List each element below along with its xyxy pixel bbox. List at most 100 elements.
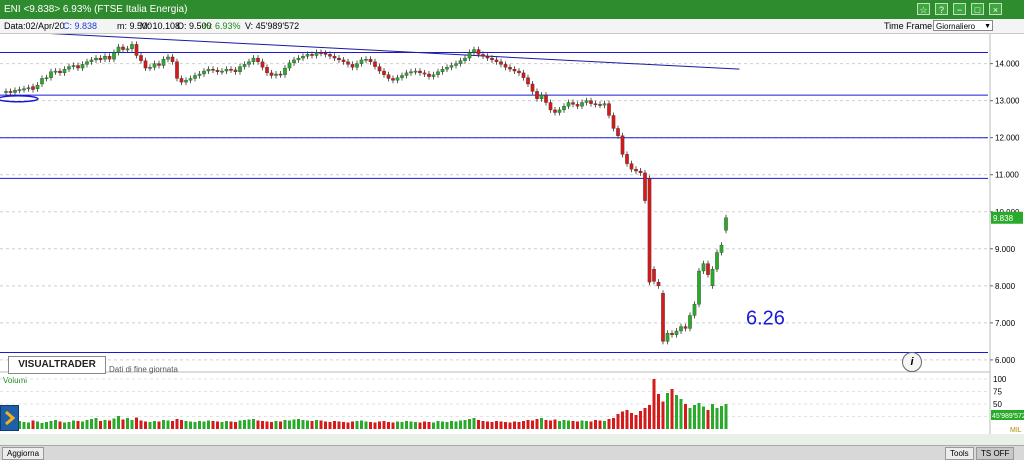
- candle-body: [526, 77, 530, 85]
- volume-bar: [54, 420, 57, 429]
- price-tick-label: 6.000: [995, 356, 1016, 365]
- candle-body: [535, 91, 539, 99]
- price-chart[interactable]: 14.00013.00012.00011.00010.0009.0008.000…: [0, 34, 1024, 434]
- candle-body: [125, 48, 130, 51]
- candle-body: [233, 69, 238, 72]
- info-volume: V: 45'989'572: [245, 21, 300, 31]
- volume-bar: [666, 393, 669, 429]
- volume-bar: [643, 408, 647, 429]
- minimize-button[interactable]: −: [953, 3, 966, 15]
- volume-bar: [553, 419, 557, 429]
- volume-bar: [211, 421, 215, 429]
- candle-body: [206, 69, 211, 72]
- volume-bar: [270, 422, 273, 429]
- candle-body: [611, 115, 616, 129]
- candle-body: [679, 326, 683, 332]
- candle-body: [422, 72, 427, 75]
- candle-body: [400, 75, 404, 78]
- candle-body: [184, 80, 188, 83]
- candle-body: [265, 67, 269, 74]
- candle-body: [283, 67, 287, 75]
- volume-bar: [121, 419, 125, 429]
- volume-bar: [522, 421, 525, 429]
- candle-body: [130, 44, 134, 49]
- volume-bar: [531, 420, 534, 429]
- volume-bar: [72, 420, 75, 429]
- candle-body: [386, 74, 391, 79]
- tools-button[interactable]: Tools: [945, 447, 974, 460]
- volume-bar: [535, 419, 539, 429]
- candle-body: [706, 263, 710, 275]
- close-button[interactable]: ×: [989, 3, 1002, 15]
- time-frame-select[interactable]: Giornaliero ▼: [933, 20, 993, 31]
- candle-body: [701, 263, 706, 272]
- candle-body: [688, 315, 692, 329]
- candle-body: [170, 56, 175, 62]
- last-price-label: 9.838: [993, 214, 1014, 223]
- volume-bar: [103, 420, 107, 429]
- volume-bar: [279, 421, 282, 429]
- volume-bar: [252, 419, 255, 429]
- refresh-button[interactable]: Aggiorna: [2, 447, 45, 460]
- candle-body: [440, 69, 445, 72]
- volume-bar: [36, 421, 39, 429]
- info-bar: Data:02/Apr/20 C: 9.838 m: 9.500 M: 10.1…: [0, 19, 1024, 34]
- candle-body: [8, 91, 13, 93]
- ts-off-button[interactable]: TS OFF: [976, 447, 1015, 460]
- volume-bar: [220, 422, 224, 429]
- chart-area[interactable]: 14.00013.00012.00011.00010.0009.0008.000…: [0, 34, 1024, 434]
- help-button[interactable]: ?: [935, 3, 948, 15]
- volume-bar: [697, 403, 701, 429]
- candle-body: [224, 69, 229, 72]
- volume-bar: [639, 411, 642, 429]
- candle-body: [458, 60, 463, 64]
- info-icon[interactable]: i: [902, 352, 922, 372]
- candle-body: [580, 102, 584, 107]
- volume-bar: [49, 421, 53, 429]
- volume-bar: [184, 421, 188, 429]
- candle-body: [476, 49, 481, 55]
- volume-bar: [612, 418, 615, 429]
- volume-bar: [306, 420, 309, 429]
- volume-bar: [711, 404, 714, 429]
- maximize-button[interactable]: □: [971, 3, 984, 15]
- info-change: %: 6.93%: [202, 21, 241, 31]
- volume-bar: [562, 420, 566, 429]
- favorite-star-icon[interactable]: ☆: [917, 3, 930, 15]
- volume-bar: [540, 418, 543, 429]
- candle-body: [454, 63, 458, 66]
- volume-tick-label: 50: [993, 400, 1002, 409]
- candle-body: [220, 70, 224, 73]
- volume-bar: [364, 421, 368, 429]
- volume-tick-label: 75: [993, 388, 1002, 397]
- volume-bar: [670, 389, 674, 429]
- candle-body: [215, 70, 220, 72]
- candle-body: [364, 59, 368, 61]
- volume-bar: [589, 421, 593, 429]
- volume-bar: [319, 420, 323, 429]
- candle-body: [310, 54, 314, 56]
- volume-bar: [31, 420, 35, 429]
- side-panel-toggle[interactable]: [0, 405, 19, 431]
- volume-bar: [504, 422, 507, 429]
- candle-body: [247, 61, 251, 65]
- volume-bar: [445, 422, 449, 429]
- candle-body: [616, 128, 620, 136]
- candle-body: [584, 100, 589, 103]
- volume-bar: [85, 420, 89, 429]
- volume-bar: [400, 422, 404, 429]
- candle-body: [76, 65, 80, 69]
- candle-body: [80, 64, 85, 69]
- volume-bar: [166, 420, 170, 429]
- volume-bar: [463, 420, 467, 429]
- volume-bar: [45, 422, 48, 429]
- volume-bar: [288, 420, 291, 429]
- volume-bar: [432, 422, 435, 429]
- candle-body: [589, 100, 593, 104]
- candle-body: [652, 269, 656, 282]
- candle-body: [521, 72, 526, 78]
- volume-bar: [391, 422, 395, 429]
- candle-body: [269, 72, 274, 76]
- candle-body: [562, 106, 566, 111]
- volume-bar: [198, 421, 201, 429]
